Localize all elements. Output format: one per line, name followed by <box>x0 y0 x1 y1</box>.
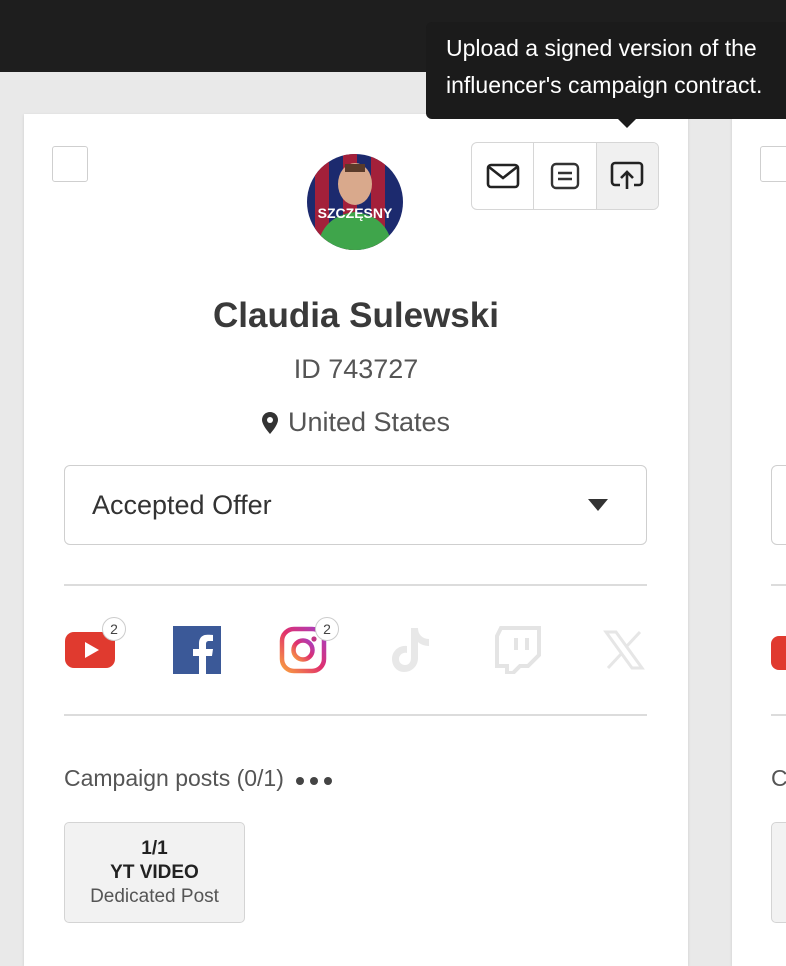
twitch-icon <box>495 626 541 674</box>
upload-icon <box>611 161 644 189</box>
chevron-down-icon <box>588 499 608 511</box>
instagram-badge: 2 <box>315 617 339 641</box>
avatar: SZCZĘSNY <box>307 154 403 250</box>
select-checkbox[interactable] <box>760 146 786 182</box>
tooltip-arrow <box>617 118 637 128</box>
upload-contract-button[interactable] <box>596 143 658 209</box>
post-kind: Dedicated Post <box>90 885 219 907</box>
campaign-posts-title: Campaign posts (0/1) <box>64 765 284 791</box>
next-influencer-card: C <box>732 114 786 966</box>
divider <box>64 714 647 716</box>
youtube-icon[interactable] <box>771 636 786 670</box>
status-dropdown[interactable]: Accepted Offer <box>64 465 647 545</box>
influencer-id: ID 743727 <box>293 354 419 384</box>
social-tiktok[interactable] <box>385 624 437 676</box>
divider <box>64 584 647 586</box>
location-text: United States <box>287 407 451 437</box>
upload-contract-tooltip: Upload a signed version of the influence… <box>426 22 786 119</box>
svg-text:SZCZĘSNY: SZCZĘSNY <box>318 205 393 221</box>
status-dropdown[interactable] <box>771 465 786 545</box>
tooltip-line: influencer's campaign contract. <box>446 72 763 98</box>
status-value: Accepted Offer <box>92 489 272 520</box>
influencer-card: SZCZĘSNY Claudia Sulewski ID 743727 Unit… <box>24 114 688 966</box>
tiktok-icon <box>392 628 429 672</box>
social-twitch[interactable] <box>492 624 544 676</box>
select-checkbox[interactable] <box>52 146 88 182</box>
post-type: YT VIDEO <box>110 861 199 883</box>
post-count: 1/1 <box>141 837 168 859</box>
notes-icon <box>550 162 580 190</box>
divider <box>771 584 786 586</box>
social-youtube[interactable]: 2 <box>64 617 126 676</box>
facebook-icon <box>173 626 221 674</box>
social-instagram[interactable]: 2 <box>277 617 339 676</box>
social-x[interactable] <box>598 624 650 676</box>
divider <box>771 714 786 716</box>
youtube-badge: 2 <box>102 617 126 641</box>
campaign-posts-title: C <box>771 765 786 791</box>
x-icon <box>603 630 645 670</box>
email-button[interactable] <box>472 143 535 209</box>
influencer-name: Claudia Sulewski <box>213 296 499 335</box>
campaign-posts-header: Campaign posts (0/1) <box>64 765 332 792</box>
envelope-icon <box>486 163 519 189</box>
social-facebook[interactable] <box>171 624 223 676</box>
notes-button[interactable] <box>534 143 597 209</box>
card-actions <box>471 142 659 210</box>
campaign-post-chip[interactable]: 1/1 YT VIDEO Dedicated Post <box>64 822 245 923</box>
location-pin-icon <box>261 411 278 434</box>
tooltip-line: Upload a signed version of the <box>446 35 757 61</box>
more-options-icon[interactable] <box>295 776 332 785</box>
location: United States <box>24 407 688 438</box>
campaign-post-chip[interactable] <box>771 822 786 923</box>
